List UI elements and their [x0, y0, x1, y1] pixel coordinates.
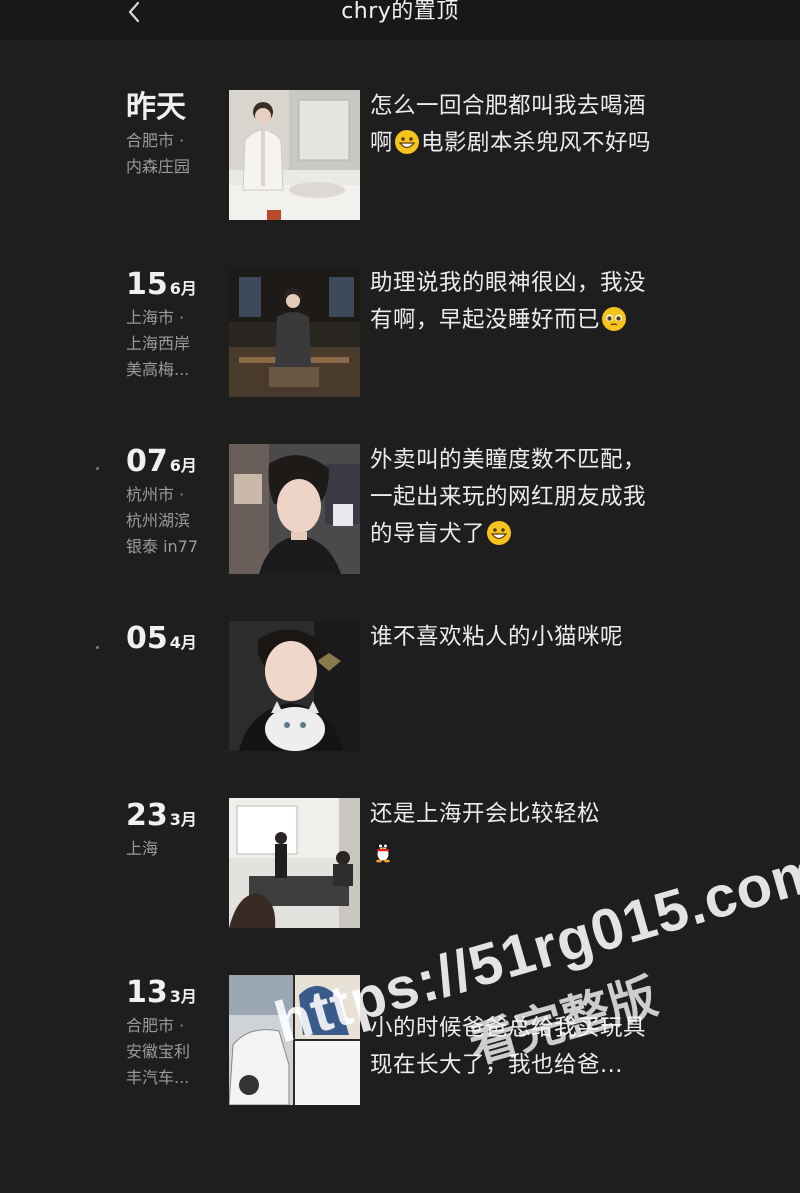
post-text-part: 小的时候爸爸总给我买玩具 现在长大了，我也给爸... — [370, 1015, 647, 1078]
post-date: 13 3月 合肥市 · 安徽宝利 丰汽车... — [126, 973, 221, 1091]
date-month: 4月 — [169, 633, 197, 652]
grinning-face-icon — [395, 130, 420, 154]
date-month: 3月 — [169, 987, 197, 1006]
grinning-face-icon — [487, 521, 512, 545]
post-date: 07 6月 杭州市 · 杭州湖滨 银泰 in77 — [126, 442, 221, 560]
date-label: 13 3月 — [126, 973, 221, 1013]
pleading-face-icon — [602, 307, 627, 331]
date-label: 23 3月 — [126, 796, 221, 836]
list-item: 昨天 合肥市 · 内森庄园 怎么一回合肥都叫我去喝酒啊 电影剧本杀兜风不好吗 — [0, 88, 800, 222]
list-item: 07 6月 杭州市 · 杭州湖滨 银泰 in77 外卖叫的美瞳度数不匹配，一起出来… — [0, 442, 800, 576]
list-item: 05 4月 谁不喜欢粘人的小猫咪呢 — [0, 619, 800, 753]
post-text-part: 电影剧本杀兜风不好吗 — [421, 130, 652, 156]
date-label: 07 6月 — [126, 442, 221, 482]
date-label: 05 4月 — [126, 619, 221, 659]
date-day: 23 — [126, 798, 168, 833]
timeline-dot — [96, 467, 99, 470]
post-text[interactable]: 怎么一回合肥都叫我去喝酒啊 电影剧本杀兜风不好吗 — [370, 88, 655, 162]
location-label: 上海 — [126, 839, 159, 858]
post-text[interactable]: 谁不喜欢粘人的小猫咪呢 — [370, 619, 655, 656]
post-date: 05 4月 — [126, 619, 221, 659]
page-title: chry的置顶 — [341, 0, 459, 24]
post-thumbnail[interactable] — [229, 444, 360, 574]
post-date: 昨天 合肥市 · 内森庄园 — [126, 88, 221, 180]
post-thumbnail[interactable] — [229, 798, 360, 928]
post-text-part: 谁不喜欢粘人的小猫咪呢 — [370, 624, 624, 650]
date-month: 6月 — [169, 279, 197, 298]
date-day: 07 — [126, 444, 168, 479]
post-thumbnail[interactable] — [229, 267, 360, 397]
post-thumbnail[interactable] — [229, 621, 360, 751]
date-label: 昨天 — [126, 90, 186, 125]
date-day: 13 — [126, 975, 168, 1010]
post-thumbnail[interactable] — [229, 90, 360, 220]
location-label: 合肥市 · 内森庄园 — [126, 131, 191, 176]
post-text[interactable]: 还是上海开会比较轻松 — [370, 796, 655, 870]
top-bar: chry的置顶 — [0, 0, 800, 40]
date-day: 05 — [126, 621, 168, 656]
date-month: 3月 — [169, 810, 197, 829]
post-date: 15 6月 上海市 · 上海西岸 美高梅... — [126, 265, 221, 383]
post-text-part: 还是上海开会比较轻松 — [370, 801, 601, 827]
location-label: 合肥市 · 安徽宝利 丰汽车... — [126, 1016, 191, 1087]
list-item: 13 3月 合肥市 · 安徽宝利 丰汽车... 小的时候爸爸总给我买玩具 现在长大… — [0, 973, 800, 1107]
location-label: 杭州市 · 杭州湖滨 银泰 in77 — [126, 485, 199, 556]
post-text[interactable]: 助理说我的眼神很凶，我没有啊，早起没睡好而已 — [370, 265, 655, 339]
date-month: 6月 — [169, 456, 197, 475]
post-date: 23 3月 上海 — [126, 796, 221, 862]
timeline-dot — [96, 646, 99, 649]
post-text[interactable]: 小的时候爸爸总给我买玩具 现在长大了，我也给爸... — [370, 973, 655, 1084]
date-day: 15 — [126, 267, 168, 302]
list-item: 15 6月 上海市 · 上海西岸 美高梅... 助理说我的眼神很凶，我没有啊，早起… — [0, 265, 800, 399]
post-thumbnail[interactable] — [229, 975, 360, 1105]
list-item: 23 3月 上海 还是上海开会比较轻松 — [0, 796, 800, 930]
location-label: 上海市 · 上海西岸 美高梅... — [126, 308, 191, 379]
penguin-icon — [375, 841, 391, 863]
date-label: 15 6月 — [126, 265, 221, 305]
post-text[interactable]: 外卖叫的美瞳度数不匹配，一起出来玩的网红朋友成我的导盲犬了 — [370, 442, 655, 553]
